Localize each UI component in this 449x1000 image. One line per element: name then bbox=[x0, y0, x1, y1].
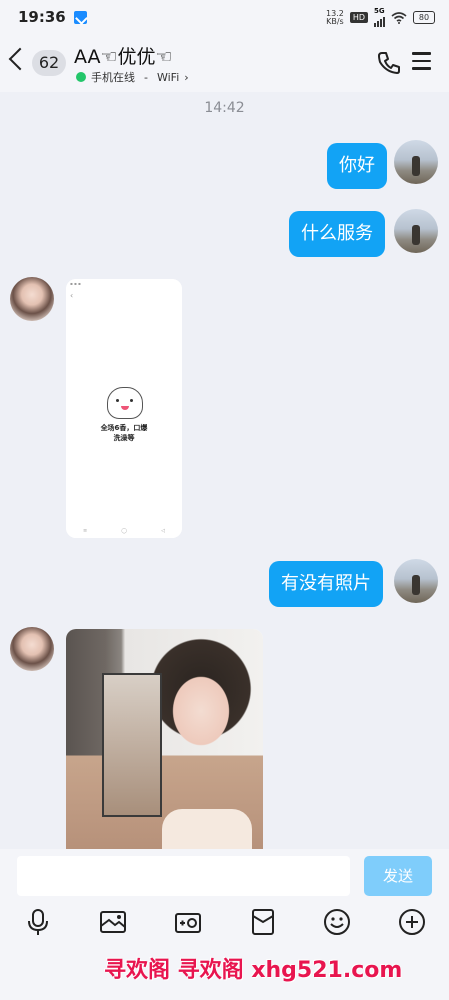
mascot-sticker-icon bbox=[107, 387, 143, 419]
screenshot-status: ▪ ▪ ▪ bbox=[70, 281, 81, 286]
message-timestamp: 14:42 bbox=[204, 100, 245, 116]
presence-separator: - bbox=[144, 70, 148, 84]
photo-clothing bbox=[162, 809, 252, 849]
presence-row[interactable]: 手机在线 - WiFi › bbox=[76, 69, 189, 85]
status-time: 19:36 bbox=[18, 8, 66, 26]
status-bar: 19:36 13.2 KB/s HD 5G 80 bbox=[0, 0, 449, 34]
peer-avatar[interactable] bbox=[10, 277, 54, 321]
composer-toolbar bbox=[0, 907, 449, 943]
screenshot-thumbnail: ▪ ▪ ▪ ‹ 全场6香，口爆 洗澡等 ≡ ◯ ◁ bbox=[66, 279, 182, 538]
network-text: WiFi bbox=[156, 70, 180, 84]
menu-icon[interactable] bbox=[412, 52, 432, 72]
contact-name[interactable]: AA☜优优☜ bbox=[74, 42, 173, 69]
screenshot-caption: 全场6香，口爆 洗澡等 bbox=[100, 424, 148, 442]
phone-icon[interactable] bbox=[376, 50, 402, 76]
self-avatar[interactable] bbox=[394, 140, 438, 184]
peer-avatar[interactable] bbox=[10, 627, 54, 671]
screenshot-back-icon: ‹ bbox=[70, 291, 74, 300]
chevron-right-icon: › bbox=[184, 70, 189, 84]
notification-app-icon bbox=[73, 10, 87, 24]
message-input[interactable] bbox=[17, 856, 350, 896]
net-speed-unit: KB/s bbox=[326, 16, 344, 26]
wifi-icon bbox=[391, 11, 407, 24]
plus-icon[interactable] bbox=[397, 907, 427, 937]
camera-icon[interactable] bbox=[173, 907, 203, 937]
chat-header: 62 AA☜优优☜ 手机在线 - WiFi › bbox=[0, 34, 449, 92]
screenshot-navbar: ≡ ◯ ◁ bbox=[83, 528, 165, 534]
status-right: 13.2 KB/s HD 5G 80 bbox=[326, 8, 435, 27]
self-avatar[interactable] bbox=[394, 209, 438, 253]
photo-mirror bbox=[102, 673, 162, 817]
chat-screen: 19:36 13.2 KB/s HD 5G 80 62 AA☜优优☜ 手机在线 … bbox=[0, 0, 449, 1000]
hd-badge: HD bbox=[349, 12, 368, 23]
image-icon[interactable] bbox=[98, 907, 128, 937]
network-type: 5G bbox=[374, 7, 385, 15]
battery-icon: 80 bbox=[413, 11, 435, 24]
mic-icon[interactable] bbox=[23, 907, 53, 937]
watermark-text: 寻欢阁 寻欢阁 xhg521.com bbox=[104, 958, 403, 983]
signal-icon: 5G bbox=[374, 8, 385, 27]
message-bubble-sent[interactable]: 什么服务 bbox=[289, 211, 385, 257]
message-bubble-sent[interactable]: 你好 bbox=[327, 143, 387, 189]
image-message-screenshot[interactable]: ▪ ▪ ▪ ‹ 全场6香，口爆 洗澡等 ≡ ◯ ◁ bbox=[66, 279, 182, 538]
emoji-icon[interactable] bbox=[322, 907, 352, 937]
send-button[interactable]: 发送 bbox=[364, 856, 432, 896]
photo-image bbox=[66, 629, 263, 859]
net-speed: 13.2 KB/s bbox=[326, 9, 344, 26]
self-avatar[interactable] bbox=[394, 559, 438, 603]
presence-text: 手机在线 bbox=[91, 71, 135, 84]
image-message-photo[interactable] bbox=[66, 629, 263, 859]
red-packet-icon[interactable] bbox=[248, 907, 278, 937]
unread-count-badge[interactable]: 62 bbox=[32, 50, 66, 76]
online-status-icon bbox=[76, 72, 86, 82]
message-bubble-sent[interactable]: 有没有照片 bbox=[269, 561, 383, 607]
back-icon[interactable] bbox=[8, 47, 32, 71]
